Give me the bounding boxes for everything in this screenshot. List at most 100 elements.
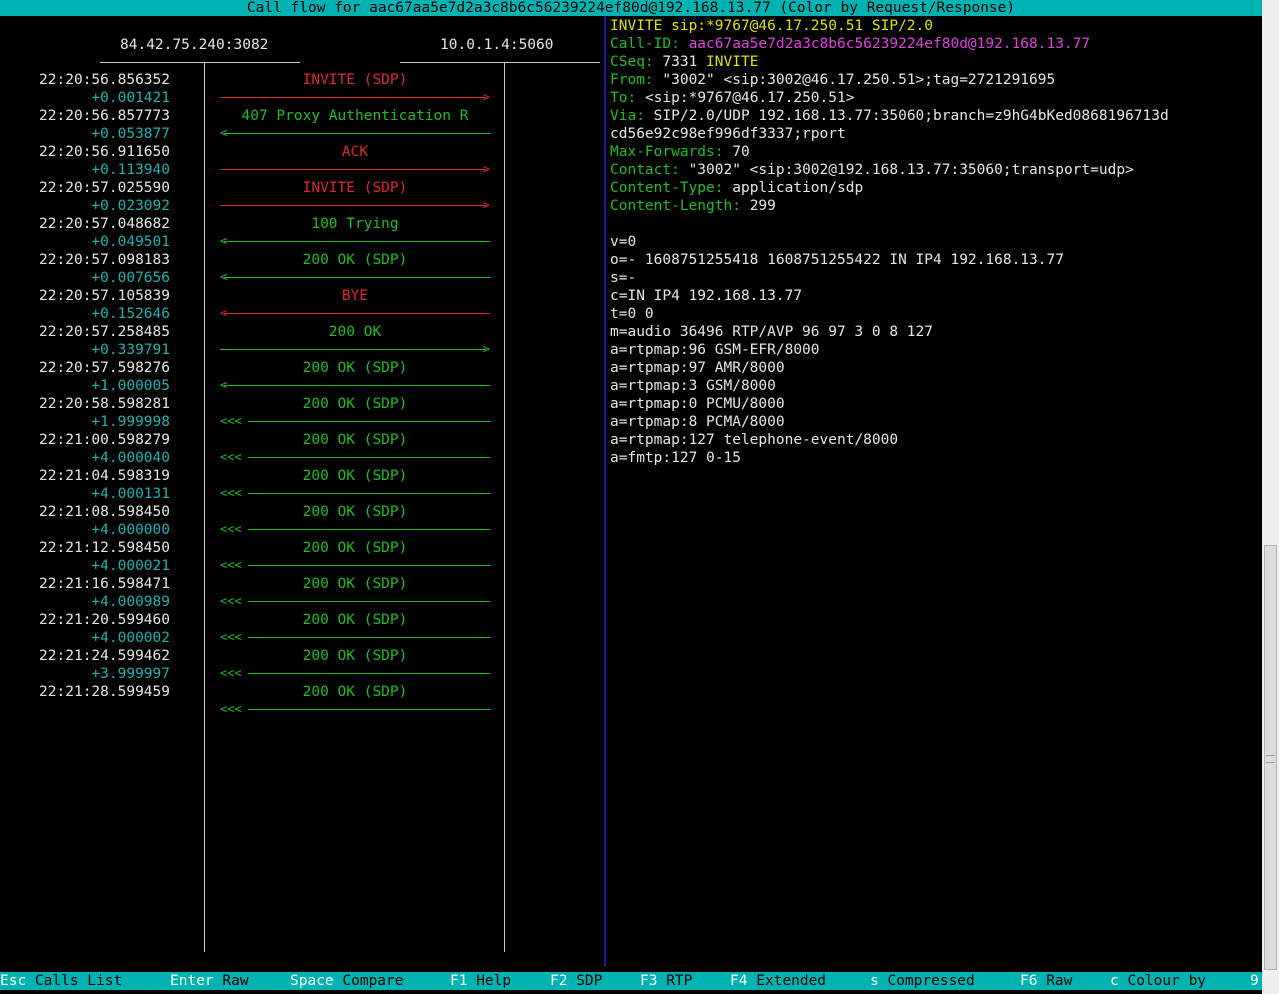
message-timestamp[interactable]: 22:20:57.258485 [20,323,170,341]
sdp-line: a=fmtp:127 0-15 [610,450,741,466]
message-timestamp[interactable]: 22:20:57.025590 [20,179,170,197]
message-arrow[interactable]: < [220,307,490,319]
key-name: 9 [1250,973,1259,989]
sip-header-line: Via: SIP/2.0/UDP 192.168.13.77:35060;bra… [610,107,1258,125]
message-timestamp[interactable]: 22:21:20.599460 [20,611,170,629]
message-delta: +1.999998 [91,414,170,430]
arrow-left-icon: <<< [220,450,242,464]
key-hint-s[interactable]: s Compressed [870,972,975,990]
sip-header-line: Max-Forwards: 70 [610,143,1258,161]
key-action: Extended [747,973,827,989]
message-label[interactable]: 200 OK (SDP) [220,251,490,269]
message-timestamp[interactable]: 22:21:04.598319 [20,467,170,485]
message-delta: +0.023092 [91,198,170,214]
message-arrow[interactable]: <<< [220,523,490,535]
key-hint-f6[interactable]: F6 Raw [1020,972,1072,990]
key-hint-space[interactable]: Space Compare [290,972,404,990]
message-timestamp[interactable]: 22:20:58.598281 [20,395,170,413]
message-arrow[interactable]: < [220,271,490,283]
message-label[interactable]: ACK [220,143,490,161]
message-label[interactable]: 200 OK (SDP) [220,647,490,665]
message-arrow[interactable]: > [220,199,490,211]
key-hint-enter[interactable]: Enter Raw [170,972,249,990]
message-timestamp[interactable]: 22:21:12.598450 [20,539,170,557]
message-timestamp[interactable]: 22:21:08.598450 [20,503,170,521]
message-arrow[interactable]: > [220,343,490,355]
arrow-left-icon: < [220,126,228,140]
message-arrow[interactable]: <<< [220,559,490,571]
key-hint-f3[interactable]: F3 RTP [640,972,692,990]
arrow-left-icon: <<< [220,630,242,644]
key-hint-9[interactable]: 9 [1250,972,1259,990]
message-detail-panel: INVITE sip:*9767@46.17.250.51 SIP/2.0 Ca… [610,17,1258,467]
message-label[interactable]: 200 OK [220,323,490,341]
message-timestamp[interactable]: 22:20:57.105839 [20,287,170,305]
arrow-left-icon: <<< [220,414,242,428]
message-label[interactable]: 407 Proxy Authentication R [220,107,490,125]
message-arrow[interactable]: < [220,379,490,391]
message-label[interactable]: BYE [220,287,490,305]
message-arrow[interactable]: > [220,90,490,104]
arrow-right-icon: > [482,90,490,104]
message-delta: +0.113940 [91,162,170,178]
header-name: Content-Length: [610,198,741,214]
message-label[interactable]: 200 OK (SDP) [220,359,490,377]
message-arrow[interactable]: <<< [220,414,490,428]
message-label[interactable]: 200 OK (SDP) [220,539,490,557]
message-arrow[interactable]: > [220,163,490,175]
message-timestamp[interactable]: 22:20:56.857773 [20,107,170,125]
message-arrow[interactable]: <<< [220,595,490,607]
message-label[interactable]: 200 OK (SDP) [220,683,490,701]
message-label[interactable]: INVITE (SDP) [220,179,490,197]
message-label[interactable]: 200 OK (SDP) [220,431,490,449]
message-timestamp[interactable]: 22:20:56.856352 [20,71,170,89]
message-timestamp[interactable]: 22:20:57.598276 [20,359,170,377]
message-label[interactable]: 200 OK (SDP) [220,503,490,521]
sip-header-line: Call-ID: aac67aa5e7d2a3c8b6c56239224ef80… [610,35,1258,53]
message-arrow[interactable]: < [220,126,490,140]
message-timestamp[interactable]: 22:20:57.048682 [20,215,170,233]
message-label[interactable]: 200 OK (SDP) [220,575,490,593]
message-delta: +3.999997 [91,666,170,682]
key-hint-f2[interactable]: F2 SDP [550,972,602,990]
message-label[interactable]: 100 Trying [220,215,490,233]
key-name: F1 [450,973,468,989]
sip-header-line: CSeq: 7331 INVITE [610,53,1258,71]
key-hint-f1[interactable]: F1 Help [450,972,511,990]
message-arrow[interactable]: < [220,235,490,247]
message-timestamp[interactable]: 22:21:00.598279 [20,431,170,449]
message-label[interactable]: 200 OK (SDP) [220,467,490,485]
key-hint-f4[interactable]: F4 Extended [730,972,826,990]
sip-header-line: From: "3002" <sip:3002@46.17.250.51>;tag… [610,71,1258,89]
message-timestamp[interactable]: 22:21:28.599459 [20,683,170,701]
sip-header-line: Content-Type: application/sdp [610,179,1258,197]
key-action: Help [467,973,512,989]
message-label[interactable]: 200 OK (SDP) [220,611,490,629]
sdp-line: v=0 [610,234,637,250]
sip-header-line: Contact: "3002" <sip:3002@192.168.13.77:… [610,161,1258,179]
message-timestamp[interactable]: 22:20:57.098183 [20,251,170,269]
key-action: Calls List [26,973,123,989]
message-delta: +0.339791 [91,342,170,358]
key-name: Enter [170,973,214,989]
key-hint-c[interactable]: c Colour by [1110,972,1206,990]
scrollbar-grip-icon [1266,755,1275,763]
message-timestamp[interactable]: 22:20:56.911650 [20,143,170,161]
key-hint-esc[interactable]: Esc Calls List [0,972,122,990]
message-timestamp[interactable]: 22:21:16.598471 [20,575,170,593]
message-arrow[interactable]: <<< [220,630,490,644]
message-arrow[interactable]: <<< [220,450,490,464]
message-arrow[interactable]: <<< [220,487,490,499]
key-name: F2 [550,973,568,989]
window-title: Call flow for aac67aa5e7d2a3c8b6c5623922… [0,0,1262,16]
message-timestamp[interactable]: 22:21:24.599462 [20,647,170,665]
header-value: 7331 [662,54,698,70]
message-arrow[interactable]: <<< [220,666,490,680]
arrow-left-icon: <<< [220,666,242,680]
message-label[interactable]: 200 OK (SDP) [220,395,490,413]
key-action: SDP [567,973,603,989]
header-name: Via: [610,108,645,124]
message-label[interactable]: INVITE (SDP) [220,71,490,89]
message-delta: +4.000002 [91,630,170,646]
message-arrow[interactable]: <<< [220,703,490,715]
